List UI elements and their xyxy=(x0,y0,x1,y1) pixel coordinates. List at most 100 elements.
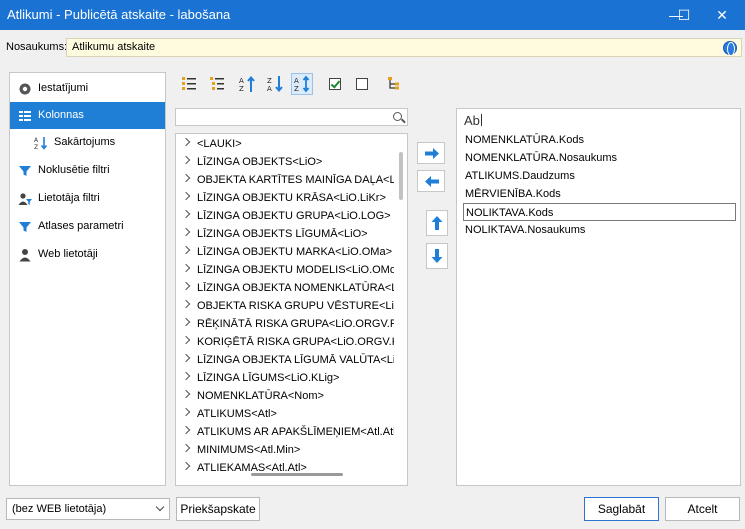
svg-text:A: A xyxy=(294,77,299,85)
check-all-button[interactable] xyxy=(324,73,346,95)
nav-item-selection-params[interactable]: Atlases parametri xyxy=(10,213,165,240)
sort-az-button[interactable]: A Z xyxy=(291,73,313,95)
chevron-right-icon[interactable] xyxy=(181,137,191,147)
preview-button[interactable]: Priekšapskate xyxy=(176,497,260,521)
chevron-right-icon[interactable] xyxy=(181,245,191,255)
chevron-right-icon[interactable] xyxy=(181,371,191,381)
tree-row[interactable]: LĪZINGA OBJEKTA NOMENKLATŪRA<LiO. xyxy=(176,279,394,297)
selected-columns-search-input[interactable]: Ab xyxy=(464,113,482,128)
available-fields-tree[interactable]: <LAUKI> LĪZINGA OBJEKTS<LiO> OBJEKTA KAR… xyxy=(175,133,408,486)
tree-horizontal-scrollbar[interactable] xyxy=(251,473,343,476)
add-column-button[interactable] xyxy=(417,142,445,164)
tree-vertical-scrollbar[interactable] xyxy=(399,152,403,200)
list-item[interactable]: NOMENKLATŪRA.Kods xyxy=(463,131,736,149)
chevron-right-icon[interactable] xyxy=(181,461,191,471)
report-name-input[interactable]: Atlikumu atskaite xyxy=(66,38,742,57)
chevron-right-icon[interactable] xyxy=(181,299,191,309)
globe-icon[interactable] xyxy=(723,41,737,56)
tree-row[interactable]: OBJEKTA RISKA GRUPU VĒSTURE<LiO.C xyxy=(176,297,394,315)
tree-row[interactable]: ATLIKUMS<Atl> xyxy=(176,405,394,423)
tree-row[interactable]: LĪZINGA OBJEKTU MODELIS<LiO.OMo> xyxy=(176,261,394,279)
report-name-value: Atlikumu atskaite xyxy=(72,41,156,53)
chevron-right-icon[interactable] xyxy=(181,209,191,219)
chevron-right-icon[interactable] xyxy=(181,389,191,399)
nav-item-default-filters[interactable]: Noklusētie filtri xyxy=(10,157,165,184)
tree-row[interactable]: LĪZINGA OBJEKTU KRĀSA<LiO.LiKr> xyxy=(176,189,394,207)
sort-ascending-icon: A Z xyxy=(239,75,255,93)
chevron-right-icon[interactable] xyxy=(181,155,191,165)
nav-item-label: Atlases parametri xyxy=(38,220,124,232)
chevron-right-icon[interactable] xyxy=(181,191,191,201)
title-bar: Atlikumi - Publicētā atskaite - labošana… xyxy=(0,0,745,30)
tree-row[interactable]: OBJEKTA KARTĪTES MAINĪGA DAĻA<LiO xyxy=(176,171,394,189)
save-button[interactable]: Saglabāt xyxy=(584,497,659,521)
filter-icon xyxy=(19,166,31,176)
tree-row[interactable]: LĪZINGA OBJEKTS<LiO> xyxy=(176,153,394,171)
chevron-right-icon[interactable] xyxy=(181,407,191,417)
svg-text:Z: Z xyxy=(267,77,272,85)
chevron-right-icon[interactable] xyxy=(181,443,191,453)
web-user-select[interactable]: (bez WEB lietotāja) xyxy=(6,498,170,520)
tree-row[interactable]: NOMENKLATŪRA<Nom> xyxy=(176,387,394,405)
tree-row[interactable]: MINIMUMS<Atl.Min> xyxy=(176,441,394,459)
chevron-right-icon[interactable] xyxy=(181,281,191,291)
remove-column-button[interactable] xyxy=(417,170,445,192)
window-title: Atlikumi - Publicētā atskaite - labošana xyxy=(7,7,231,22)
expand-tree-button[interactable] xyxy=(178,73,200,95)
list-item[interactable]: ATLIKUMS.Daudzums xyxy=(463,167,736,185)
sort-ascending-button[interactable]: A Z xyxy=(236,73,258,95)
list-item[interactable]: NOLIKTAVA.Nosaukums xyxy=(463,221,736,239)
chevron-right-icon[interactable] xyxy=(181,353,191,363)
move-down-button[interactable] xyxy=(426,243,448,269)
chevron-right-icon[interactable] xyxy=(181,317,191,327)
arrow-up-icon xyxy=(431,216,443,230)
nav-item-user-filters[interactable]: Lietotāja filtri xyxy=(10,185,165,212)
web-user-select-value: (bez WEB lietotāja) xyxy=(12,503,107,515)
move-up-button[interactable] xyxy=(426,210,448,236)
nav-item-sorting[interactable]: A Z Sakārtojums xyxy=(10,129,165,156)
tree-row[interactable]: LĪZINGA OBJEKTU GRUPA<LiO.LOG> xyxy=(176,207,394,225)
user-icon xyxy=(19,249,31,262)
cancel-button[interactable]: Atcelt xyxy=(665,497,740,521)
chevron-right-icon[interactable] xyxy=(181,335,191,345)
svg-text:A: A xyxy=(267,85,272,93)
tree-row[interactable]: RĒĶINĀTĀ RISKA GRUPA<LiO.ORGV.Rel xyxy=(176,315,394,333)
tree-row[interactable]: LĪZINGA OBJEKTA LĪGUMĀ VALŪTA<LiO xyxy=(176,351,394,369)
chevron-right-icon[interactable] xyxy=(181,227,191,237)
sort-descending-icon: Z A xyxy=(267,76,283,93)
tree-row[interactable]: ATLIEKAMAS<Atl.Atl> xyxy=(176,459,394,472)
nav-item-label: Web lietotāji xyxy=(38,248,98,260)
close-icon[interactable]: ✕ xyxy=(699,0,745,30)
chevron-right-icon[interactable] xyxy=(181,425,191,435)
nav-item-columns[interactable]: Kolonnas xyxy=(10,102,165,129)
name-label: Nosaukums: xyxy=(6,41,68,53)
gear-icon xyxy=(19,83,31,95)
hierarchy-button[interactable] xyxy=(383,73,405,95)
tree-row[interactable]: LĪZINGA OBJEKTU MARKA<LiO.OMa> xyxy=(176,243,394,261)
svg-text:A: A xyxy=(239,77,244,85)
tree-row[interactable]: <LAUKI> xyxy=(176,135,394,153)
nav-item-settings[interactable]: Iestatījumi xyxy=(10,75,165,102)
uncheck-all-button[interactable] xyxy=(351,73,373,95)
nav-item-web-users[interactable]: Web lietotāji xyxy=(10,241,165,268)
settings-nav: Iestatījumi Kolonnas A Z Sakārtojums Nok… xyxy=(9,72,166,486)
collapse-tree-button[interactable] xyxy=(206,73,228,95)
chevron-right-icon[interactable] xyxy=(181,263,191,273)
tree-row[interactable]: KORIĢĒTĀ RISKA GRUPA<LiO.ORGV.Kol xyxy=(176,333,394,351)
list-item-selected[interactable]: NOLIKTAVA.Kods xyxy=(463,203,736,221)
sort-descending-button[interactable]: Z A xyxy=(264,73,286,95)
list-item[interactable]: NOMENKLATŪRA.Nosaukums xyxy=(463,149,736,167)
chevron-right-icon[interactable] xyxy=(181,173,191,183)
fields-toolbar: A Z Z A A Z xyxy=(178,73,418,95)
tree-row[interactable]: ATLIKUMS AR APAKŠLĪMEŅIEM<Atl.AtlA xyxy=(176,423,394,441)
hierarchy-icon xyxy=(388,77,399,90)
search-icon[interactable] xyxy=(393,112,402,121)
list-item[interactable]: MĒRVIENĪBA.Kods xyxy=(463,185,736,203)
fields-search-input[interactable] xyxy=(175,108,408,126)
funnel-icon xyxy=(19,222,31,232)
tree-row[interactable]: LĪZINGA OBJEKTS LĪGUMĀ<LiO> xyxy=(176,225,394,243)
svg-text:Z: Z xyxy=(239,85,244,93)
tree-row[interactable]: LĪZINGA LĪGUMS<LiO.KLig> xyxy=(176,369,394,387)
nav-item-label: Iestatījumi xyxy=(38,82,89,94)
chevron-down-icon[interactable] xyxy=(155,502,165,512)
